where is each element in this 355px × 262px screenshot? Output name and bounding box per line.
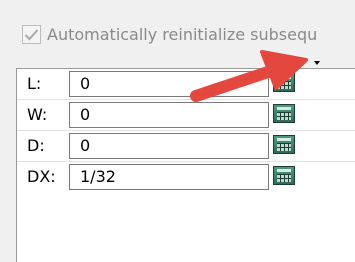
calculator-screen [277, 76, 291, 79]
calculator-screen [277, 138, 291, 141]
calculator-icon[interactable] [273, 166, 295, 185]
calculator-screen [277, 169, 291, 172]
calculator-screen [277, 107, 291, 110]
field-input-dx[interactable]: 1/32 [69, 164, 269, 190]
calculator-keys [277, 81, 291, 89]
calculator-icon[interactable] [273, 104, 295, 123]
calculator-icon[interactable] [273, 135, 295, 154]
field-input-w[interactable]: 0 [69, 102, 269, 128]
check-icon [24, 28, 39, 40]
field-row-dx: DX: 1/32 [17, 162, 355, 192]
auto-reinitialize-label: Automatically reinitialize subsequ [47, 24, 318, 44]
field-row-l: L: 0 [17, 69, 355, 100]
field-label-l: L: [27, 74, 42, 93]
field-label-dx: DX: [27, 167, 56, 186]
field-input-d[interactable]: 0 [69, 133, 269, 159]
calculator-keys [277, 174, 291, 182]
auto-reinitialize-checkbox[interactable] [22, 24, 41, 44]
field-label-w: W: [27, 105, 48, 124]
calculator-keys [277, 112, 291, 120]
calculator-keys [277, 143, 291, 151]
field-input-l[interactable]: 0 [69, 71, 269, 97]
dimension-fields-panel: L: 0 W: 0 D: 0 DX: 1/32 [16, 68, 355, 262]
auto-reinitialize-option[interactable]: Automatically reinitialize subsequ [22, 22, 317, 46]
field-row-d: D: 0 [17, 131, 355, 162]
dropdown-triangle-icon[interactable] [314, 61, 320, 65]
calculator-icon[interactable] [273, 73, 295, 92]
field-label-d: D: [27, 136, 45, 155]
field-row-w: W: 0 [17, 100, 355, 131]
